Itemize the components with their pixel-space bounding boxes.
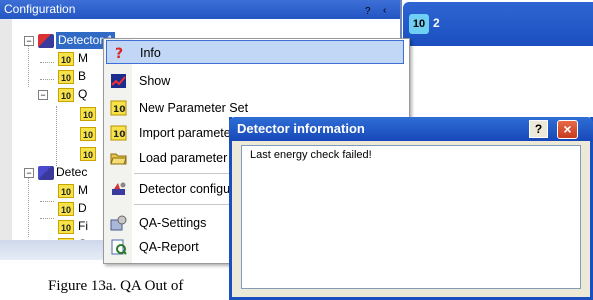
tree-node-label: Detec (56, 165, 88, 179)
tree-node-label: M (78, 183, 88, 197)
parameter-set-icon: 10 (409, 14, 429, 34)
parameter-set-icon: 10 (58, 70, 74, 84)
collapse-icon[interactable]: − (38, 90, 48, 100)
tree-node-qa-child[interactable]: 10 (22, 125, 102, 142)
menu-item-label: Detector configu (139, 182, 231, 196)
menu-item-label: QA-Report (139, 240, 199, 254)
menu-item-label: QA-Settings (139, 216, 207, 230)
detector-icon (38, 34, 54, 48)
detector-icon (38, 166, 54, 180)
figure-caption: Figure 13a. QA Out of (48, 278, 184, 294)
tree-node-label: B (78, 69, 87, 83)
qa-report-icon (110, 239, 127, 255)
parameter-set-icon: 10 (58, 202, 74, 216)
parameter-set-icon: 10 (80, 147, 96, 161)
detector-config-icon (110, 181, 127, 197)
parameter-set-icon: 10 (80, 127, 96, 141)
chart-icon (110, 73, 127, 89)
pin-icon[interactable]: ‹ (383, 1, 386, 20)
parameter-set-icon: 10 (58, 88, 74, 102)
dialog-message: Last energy check failed! (250, 149, 372, 161)
tree-node-label: M (78, 51, 88, 65)
tree-node-label: Q (78, 87, 88, 101)
folder-open-icon (110, 150, 127, 166)
parameter-set-icon: 10 (58, 52, 74, 66)
menu-item-label: Load parameter (139, 151, 228, 165)
configuration-title: Configuration (4, 2, 76, 16)
configuration-title-bar[interactable]: Configuration ? ‹ (0, 0, 400, 19)
side-tab-label: 2 (433, 16, 440, 30)
menu-item-show[interactable]: Show (106, 69, 404, 93)
info-icon: ? (111, 45, 128, 62)
parameter-set-icon: 10 (80, 107, 96, 121)
svg-text:10: 10 (113, 130, 126, 140)
dialog-message-box: Last energy check failed! (241, 145, 581, 289)
dialog-title: Detector information (237, 121, 365, 136)
menu-item-label: Info (140, 46, 161, 60)
tree-node-qa-child[interactable]: 10 (22, 105, 102, 122)
menu-item-info[interactable]: ? Info (106, 40, 404, 64)
tree-left-margin (0, 19, 12, 240)
close-icon[interactable]: × (557, 120, 578, 139)
side-tab[interactable]: 10 2 (403, 2, 593, 46)
menu-item-label: Import paramete (139, 126, 231, 140)
tree-node-label: D (78, 201, 87, 215)
parameter-set-icon: 10 (58, 220, 74, 234)
collapse-icon[interactable]: − (24, 168, 34, 178)
parameter-set-icon: 10 (110, 100, 127, 116)
tree-node-qa-child[interactable]: 10 (22, 145, 102, 162)
parameter-set-icon: 10 (58, 184, 74, 198)
collapse-icon[interactable]: − (24, 36, 34, 46)
svg-text:10: 10 (113, 105, 126, 115)
svg-text:?: ? (115, 46, 123, 61)
help-icon[interactable]: ? (529, 120, 548, 138)
menu-item-label: Show (139, 74, 171, 88)
qa-settings-icon (110, 215, 127, 231)
help-icon[interactable]: ? (365, 2, 371, 21)
tree-node-label: Fi (78, 219, 88, 233)
import-icon: 10 (110, 125, 127, 141)
